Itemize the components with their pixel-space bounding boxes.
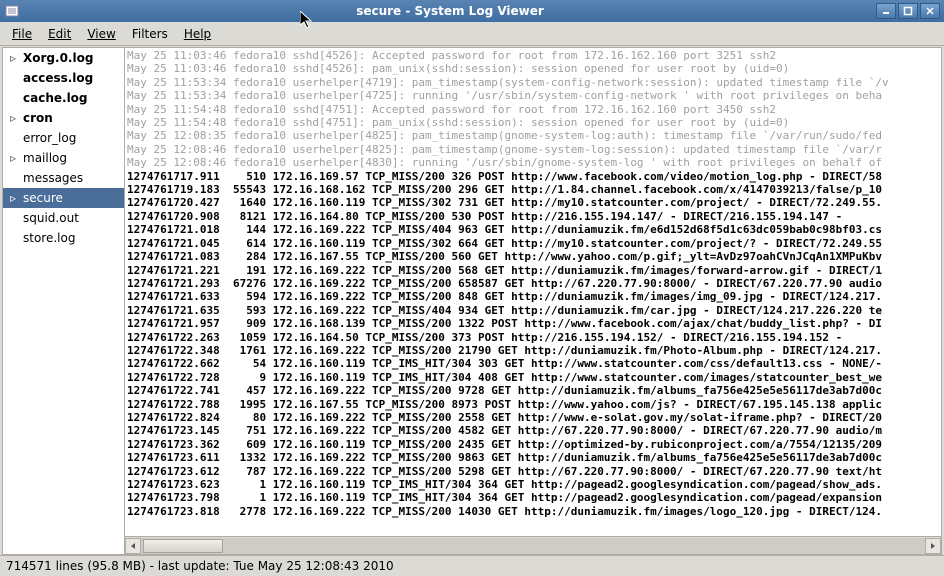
window-buttons [876,3,944,19]
sidebar-item-label: cron [19,111,53,125]
app-icon [4,3,20,19]
menu-edit[interactable]: Edit [40,25,79,43]
sidebar-item-label: store.log [19,231,75,245]
horizontal-scrollbar[interactable] [125,536,941,554]
sidebar-item-cron[interactable]: ▹cron [3,108,124,128]
log-list: ▹Xorg.0.logaccess.logcache.log▹cronerror… [3,48,125,554]
sidebar-item-secure[interactable]: ▹secure [3,188,124,208]
sidebar-item-label: messages [19,171,83,185]
status-text: 714571 lines (95.8 MB) - last update: Tu… [6,559,394,573]
maximize-button[interactable] [898,3,918,19]
expander-icon[interactable]: ▹ [7,191,19,205]
menu-filters[interactable]: Filters [124,25,176,43]
status-bar: 714571 lines (95.8 MB) - last update: Tu… [0,555,944,575]
sidebar-item-cache-log[interactable]: cache.log [3,88,124,108]
log-content[interactable]: May 25 11:03:46 fedora10 sshd[4526]: Acc… [125,48,941,536]
expander-icon[interactable]: ▹ [7,51,19,65]
sidebar-item-access-log[interactable]: access.log [3,68,124,88]
sidebar-item-label: error_log [19,131,76,145]
sidebar-item-messages[interactable]: messages [3,168,124,188]
sidebar-item-maillog[interactable]: ▹maillog [3,148,124,168]
log-area: May 25 11:03:46 fedora10 sshd[4526]: Acc… [125,48,941,554]
scroll-thumb[interactable] [143,539,223,553]
sidebar-item-xorg-0-log[interactable]: ▹Xorg.0.log [3,48,124,68]
menu-file[interactable]: File [4,25,40,43]
menu-bar: File Edit View Filters Help [0,22,944,46]
sidebar-item-store-log[interactable]: store.log [3,228,124,248]
scroll-left-button[interactable] [125,538,141,554]
sidebar-item-label: access.log [19,71,93,85]
sidebar-item-squid-out[interactable]: squid.out [3,208,124,228]
window-title: secure - System Log Viewer [24,4,876,18]
menu-help[interactable]: Help [176,25,219,43]
main-pane: ▹Xorg.0.logaccess.logcache.log▹cronerror… [2,47,942,555]
sidebar-item-error-log[interactable]: error_log [3,128,124,148]
sidebar-item-label: Xorg.0.log [19,51,93,65]
sidebar-item-label: squid.out [19,211,79,225]
scroll-right-button[interactable] [925,538,941,554]
close-button[interactable] [920,3,940,19]
sidebar-item-label: cache.log [19,91,88,105]
sidebar-item-label: secure [19,191,63,205]
minimize-button[interactable] [876,3,896,19]
title-bar: secure - System Log Viewer [0,0,944,22]
expander-icon[interactable]: ▹ [7,111,19,125]
sidebar-item-label: maillog [19,151,67,165]
menu-view[interactable]: View [79,25,123,43]
expander-icon[interactable]: ▹ [7,151,19,165]
scroll-track[interactable] [141,538,925,554]
